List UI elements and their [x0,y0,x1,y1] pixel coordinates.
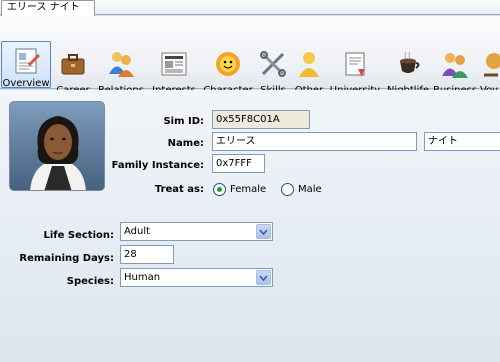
radio-unselected-indicator [281,183,294,196]
female-radio-label: Female [230,184,267,195]
university-icon [336,45,374,83]
skills-icon [254,45,292,83]
name-label: Name: [167,138,204,149]
document-tab-strip: エリース ナイト [0,0,500,16]
voyage-icon [480,45,500,83]
life-section-label: Life Section: [43,230,114,241]
tab-overview[interactable]: Overview [1,41,51,89]
overview-icon [7,46,45,76]
male-radio[interactable]: Male [281,183,322,196]
other-icon [290,45,328,83]
tab-label: Overview [2,78,50,89]
male-radio-label: Male [298,184,322,195]
first-name-field[interactable]: エリース [212,132,417,151]
life-section-value: Adult [124,226,151,237]
life-section-select[interactable]: Adult [120,222,273,241]
treat-as-label: Treat as: [154,184,204,195]
chevron-down-icon[interactable] [256,224,271,239]
female-radio[interactable]: Female [213,183,266,196]
species-value: Human [124,272,161,283]
document-tab[interactable]: エリース ナイト [1,0,95,16]
species-label: Species: [66,276,114,287]
sim-id-label: Sim ID: [163,116,204,127]
last-name-field[interactable]: ナイト [424,132,500,151]
business-icon [436,45,474,83]
species-select[interactable]: Human [120,268,273,287]
nightlife-icon [389,45,427,83]
sim-portrait [9,101,105,191]
chevron-down-icon[interactable] [256,270,271,285]
character-icon [209,45,247,83]
interests-icon [155,45,193,83]
remaining-days-label: Remaining Days: [19,253,114,264]
radio-selected-indicator [213,183,226,196]
family-instance-field[interactable]: 0x7FFF [212,154,265,173]
sim-id-field: 0x55F8C01A [212,110,310,129]
remaining-days-field[interactable]: 28 [120,245,174,264]
relations-icon [102,45,140,83]
family-instance-label: Family Instance: [111,160,204,171]
career-icon [54,45,92,83]
